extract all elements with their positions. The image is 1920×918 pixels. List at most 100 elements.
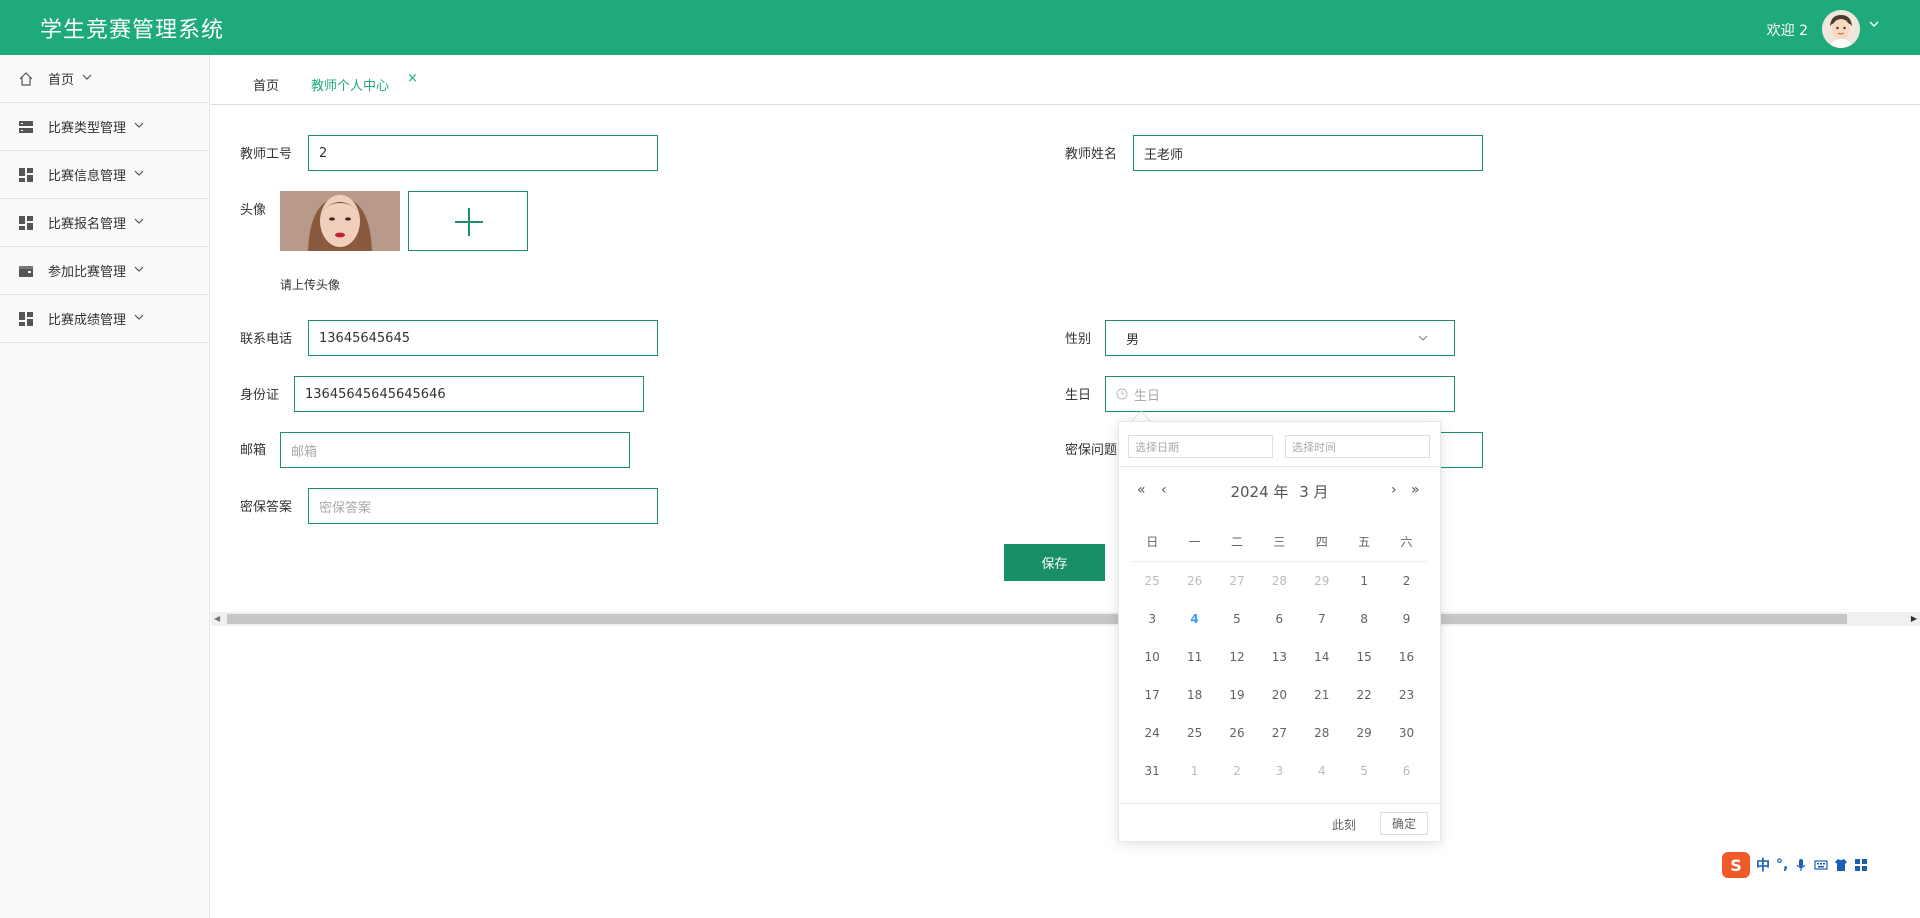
calendar-week-row: 25 26 27 28 29 1 2 <box>1131 562 1428 600</box>
calendar-day[interactable]: 26 <box>1216 726 1258 740</box>
date-picker-popup: 选择日期 选择时间 « ‹ 2024 年 3 月 › » 日 一 二 三 四 五… <box>1118 421 1441 842</box>
phone-input[interactable]: 13645645645 <box>308 320 658 356</box>
calendar-day[interactable]: 26 <box>1173 574 1215 588</box>
user-avatar[interactable] <box>1822 10 1860 48</box>
horizontal-scrollbar[interactable]: ◀ ▶ <box>211 612 1920 626</box>
calendar-day[interactable]: 8 <box>1343 612 1385 626</box>
email-input[interactable]: 邮箱 <box>280 432 630 468</box>
calendar-day[interactable]: 9 <box>1385 612 1427 626</box>
calendar-day[interactable]: 20 <box>1258 688 1300 702</box>
calendar-day[interactable]: 24 <box>1131 726 1173 740</box>
calendar-day[interactable]: 28 <box>1258 574 1300 588</box>
picker-time-input[interactable]: 选择时间 <box>1285 435 1430 458</box>
picker-month-label[interactable]: 3 月 <box>1299 483 1328 501</box>
birthday-label: 生日 <box>1065 388 1092 403</box>
microphone-icon[interactable] <box>1794 858 1808 872</box>
user-menu-chevron-icon[interactable] <box>1868 18 1880 34</box>
skin-shirt-icon[interactable] <box>1834 858 1848 872</box>
sidebar-item-home[interactable]: 首页 <box>0 55 209 103</box>
calendar-day[interactable]: 6 <box>1258 612 1300 626</box>
calendar-day[interactable]: 30 <box>1385 726 1427 740</box>
calendar-day[interactable]: 25 <box>1131 574 1173 588</box>
picker-date-input[interactable]: 选择日期 <box>1128 435 1273 458</box>
now-button[interactable]: 此刻 <box>1332 816 1356 833</box>
calendar-day[interactable]: 29 <box>1343 726 1385 740</box>
id-card-input[interactable]: 13645645645645646 <box>294 376 644 412</box>
birthday-placeholder: 生日 <box>1134 388 1161 404</box>
calendar-day[interactable]: 12 <box>1216 650 1258 664</box>
teacher-name-input[interactable]: 王老师 <box>1133 135 1483 171</box>
calendar-day[interactable]: 28 <box>1301 726 1343 740</box>
calendar-day[interactable]: 23 <box>1385 688 1427 702</box>
calendar-day[interactable]: 7 <box>1301 612 1343 626</box>
calendar-week-row: 31 1 2 3 4 5 6 <box>1131 752 1428 790</box>
calendar-day[interactable]: 19 <box>1216 688 1258 702</box>
calendar-day[interactable]: 2 <box>1216 764 1258 778</box>
calendar-day[interactable]: 25 <box>1173 726 1215 740</box>
toolbox-grid-icon[interactable] <box>1854 858 1868 872</box>
calendar-day[interactable]: 2 <box>1385 574 1427 588</box>
wallet-icon <box>18 263 34 279</box>
calendar-day[interactable]: 29 <box>1301 574 1343 588</box>
tab-home[interactable]: 首页 <box>253 75 279 94</box>
sidebar-item-contest-info[interactable]: 比赛信息管理 <box>0 151 209 199</box>
calendar-day[interactable]: 31 <box>1131 764 1173 778</box>
calendar-day[interactable]: 18 <box>1173 688 1215 702</box>
sogou-logo-icon[interactable]: S <box>1722 852 1750 878</box>
sidebar-item-contest-participation[interactable]: 参加比赛管理 <box>0 247 209 295</box>
keyboard-icon[interactable] <box>1814 858 1828 872</box>
avatar-image[interactable] <box>280 191 400 251</box>
phone-label: 联系电话 <box>240 332 293 347</box>
calendar-day[interactable]: 21 <box>1301 688 1343 702</box>
avatar-upload-hint: 请上传头像 <box>280 278 341 292</box>
calendar-day[interactable]: 14 <box>1301 650 1343 664</box>
calendar-day[interactable]: 17 <box>1131 688 1173 702</box>
ime-language-toggle[interactable]: 中 <box>1756 855 1770 875</box>
sidebar-item-contest-types[interactable]: 比赛类型管理 <box>0 103 209 151</box>
picker-year-label[interactable]: 2024 年 <box>1230 483 1288 501</box>
sidebar-item-contest-scores[interactable]: 比赛成绩管理 <box>0 295 209 343</box>
calendar-day[interactable]: 15 <box>1343 650 1385 664</box>
ime-toolbar: S 中 °, <box>1722 852 1906 878</box>
calendar-day[interactable]: 16 <box>1385 650 1427 664</box>
chevron-down-icon <box>134 216 144 229</box>
scroll-left-icon[interactable]: ◀ <box>214 614 220 623</box>
gender-selected-value: 男 <box>1126 332 1140 348</box>
calendar-day[interactable]: 3 <box>1258 764 1300 778</box>
calendar-day[interactable]: 6 <box>1385 764 1427 778</box>
calendar-day[interactable]: 5 <box>1216 612 1258 626</box>
sidebar-item-contest-registration[interactable]: 比赛报名管理 <box>0 199 209 247</box>
gender-select[interactable]: 男 <box>1105 320 1455 356</box>
calendar-day-today[interactable]: 4 <box>1173 612 1215 626</box>
chevron-down-icon <box>1418 332 1428 342</box>
security-answer-input[interactable]: 密保答案 <box>308 488 658 524</box>
next-year-icon[interactable]: » <box>1411 482 1420 498</box>
tab-bar: 首页 教师个人中心 × <box>211 55 1920 105</box>
calendar-day[interactable]: 3 <box>1131 612 1173 626</box>
avatar-icon <box>1822 10 1860 48</box>
calendar-day[interactable]: 13 <box>1258 650 1300 664</box>
scroll-right-icon[interactable]: ▶ <box>1911 614 1917 623</box>
calendar-grid: 日 一 二 三 四 五 六 25 26 27 28 29 1 2 3 4 5 6… <box>1131 522 1428 790</box>
gender-label: 性别 <box>1065 332 1092 347</box>
tab-close-icon[interactable]: × <box>407 71 418 86</box>
confirm-button[interactable]: 确定 <box>1380 812 1428 835</box>
calendar-day[interactable]: 11 <box>1173 650 1215 664</box>
tab-teacher-profile[interactable]: 教师个人中心 <box>311 75 389 94</box>
calendar-day[interactable]: 22 <box>1343 688 1385 702</box>
calendar-day[interactable]: 1 <box>1173 764 1215 778</box>
calendar-day[interactable]: 4 <box>1301 764 1343 778</box>
calendar-day[interactable]: 27 <box>1258 726 1300 740</box>
scrollbar-thumb[interactable] <box>227 614 1847 624</box>
next-month-icon[interactable]: › <box>1391 482 1397 498</box>
teacher-id-input[interactable]: 2 <box>308 135 658 171</box>
birthday-input[interactable]: 生日 <box>1105 376 1455 412</box>
save-button[interactable]: 保存 <box>1004 544 1105 581</box>
calendar-day[interactable]: 1 <box>1343 574 1385 588</box>
calendar-day[interactable]: 10 <box>1131 650 1173 664</box>
calendar-day[interactable]: 27 <box>1216 574 1258 588</box>
ime-punctuation-toggle[interactable]: °, <box>1776 857 1788 873</box>
avatar-upload-button[interactable] <box>408 191 528 251</box>
calendar-day[interactable]: 5 <box>1343 764 1385 778</box>
welcome-text: 欢迎 2 <box>1766 23 1808 39</box>
